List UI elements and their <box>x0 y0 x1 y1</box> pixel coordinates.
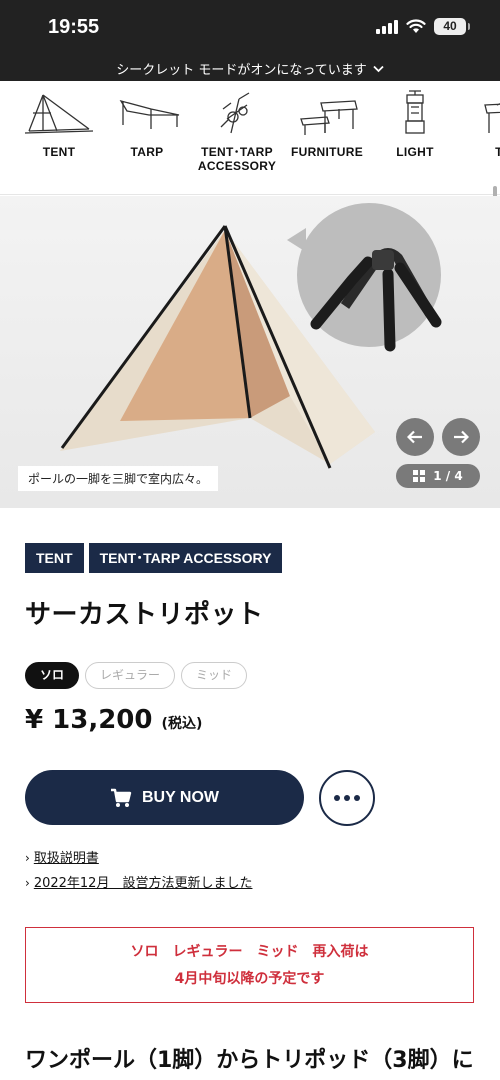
product-photo <box>0 196 500 508</box>
carousel-pager[interactable]: 1 / 4 <box>396 464 480 488</box>
lantern-icon <box>405 90 425 134</box>
more-dots-icon <box>334 795 360 801</box>
carousel-next-button[interactable] <box>442 418 480 456</box>
category-furniture[interactable]: FURNITURE <box>282 89 372 159</box>
category-table[interactable]: TA <box>458 89 500 159</box>
status-time: 19:55 <box>48 16 100 38</box>
tarp-icon <box>119 99 180 129</box>
carousel-prev-button[interactable] <box>396 418 434 456</box>
chevron-right-icon: › <box>25 876 30 890</box>
variant-regular[interactable]: レギュラー <box>85 662 176 689</box>
buy-now-button[interactable]: BUY NOW <box>25 770 304 825</box>
tent-icon <box>24 94 94 134</box>
more-options-button[interactable] <box>319 770 375 826</box>
chevron-down-icon <box>373 65 384 72</box>
table-icon <box>484 103 500 133</box>
manual-link-label: 取扱説明書 <box>33 851 99 866</box>
tent-accessory-icon <box>220 92 250 134</box>
furniture-icon <box>300 100 358 135</box>
setup-update-link[interactable]: › 2022年12月 設営方法更新しました <box>25 872 252 891</box>
variant-solo[interactable]: ソロ <box>25 662 80 689</box>
chevron-right-icon: › <box>25 851 30 865</box>
arrow-left-icon <box>406 430 422 444</box>
category-label: TA <box>458 145 500 159</box>
product-title: サーカストリポット <box>25 600 264 630</box>
category-label: TARP <box>130 145 164 159</box>
grid-icon <box>413 470 426 482</box>
category-light[interactable]: LIGHT <box>370 89 460 159</box>
battery-icon: 40 <box>434 18 470 35</box>
setup-update-link-label: 2022年12月 設営方法更新しました <box>33 876 253 891</box>
incognito-text: シークレット モードがオンになっています <box>116 63 367 78</box>
restock-notice: ソロ レギュラー ミッド 再入荷は 4月中旬以降の予定です <box>25 927 474 1003</box>
category-tags: TENT TENT･TARP ACCESSORY <box>25 543 283 573</box>
tag-tent[interactable]: TENT <box>25 543 84 573</box>
restock-notice-line-1: ソロ レギュラー ミッド 再入荷は <box>130 944 369 960</box>
pager-text: 1 / 4 <box>433 469 463 483</box>
status-bar: 19:55 40 <box>0 0 500 56</box>
wifi-icon <box>406 19 426 33</box>
image-caption: ポールの一脚を三脚で室内広々。 <box>18 466 219 491</box>
price-value: ¥ 13,200 <box>25 705 153 735</box>
signal-icon <box>376 19 398 34</box>
variant-mid[interactable]: ミッド <box>181 662 248 689</box>
category-label: TENT･TARP ACCESSORY <box>197 145 277 173</box>
category-label: LIGHT <box>396 145 434 159</box>
product-image-carousel[interactable]: ポールの一脚を三脚で室内広々。 1 / 4 <box>0 196 500 508</box>
restock-notice-line-2: 4月中旬以降の予定です <box>174 971 325 987</box>
cart-icon <box>110 788 132 807</box>
category-tent[interactable]: TENT <box>14 89 104 159</box>
price-tax-label: (税込) <box>161 716 203 732</box>
incognito-bar[interactable]: シークレット モードがオンになっています <box>0 56 500 81</box>
section-heading: ワンポール（1脚）からトリポッド（3脚）に <box>25 1048 474 1073</box>
variant-selector: ソロ レギュラー ミッド <box>25 662 248 689</box>
tag-tent-tarp-accessory[interactable]: TENT･TARP ACCESSORY <box>88 543 283 573</box>
category-tent-tarp-accessory[interactable]: TENT･TARP ACCESSORY <box>192 89 282 173</box>
status-icons: 40 <box>376 18 470 35</box>
category-tarp[interactable]: TARP <box>102 89 192 159</box>
product-price: ¥ 13,200 (税込) <box>25 705 202 735</box>
arrow-right-icon <box>454 430 470 444</box>
category-label: FURNITURE <box>290 145 364 159</box>
buy-now-label: BUY NOW <box>141 788 220 806</box>
category-label: TENT <box>42 145 76 159</box>
manual-link[interactable]: › 取扱説明書 <box>25 847 99 866</box>
category-nav: TENT TARP TENT･TARP ACCESSORY FURNITURE … <box>0 81 500 195</box>
